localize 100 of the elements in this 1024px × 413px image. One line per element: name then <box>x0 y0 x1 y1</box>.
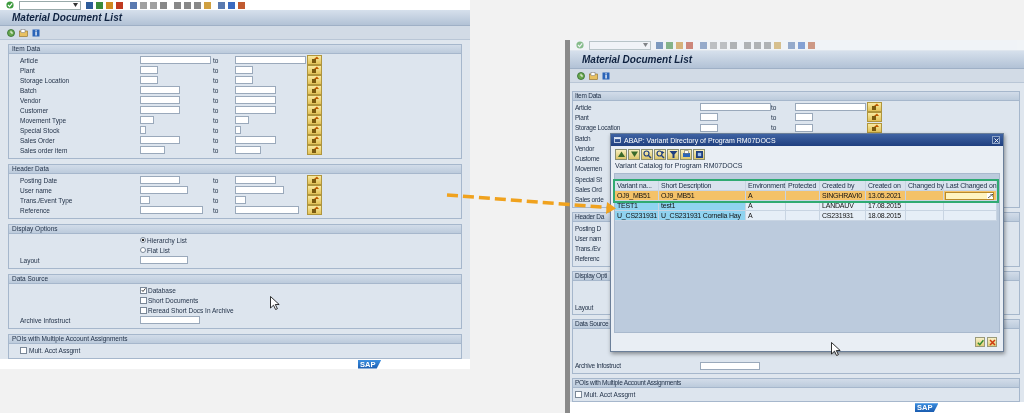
checkbox[interactable] <box>575 390 582 398</box>
input-field[interactable] <box>235 66 253 74</box>
info-button[interactable] <box>31 27 41 38</box>
multiple-selection-button[interactable] <box>307 55 322 65</box>
input-field[interactable] <box>140 146 165 154</box>
multiple-selection-button[interactable] <box>307 125 322 135</box>
input-field[interactable] <box>235 116 249 124</box>
toolbar-button[interactable] <box>680 149 692 160</box>
arrow-icon <box>310 116 319 124</box>
input-field[interactable] <box>140 106 180 114</box>
command-field[interactable] <box>19 0 81 10</box>
close-button[interactable] <box>992 136 1000 144</box>
toolbar-button[interactable] <box>615 149 627 160</box>
multiple-selection-button[interactable] <box>867 112 882 123</box>
checkbox[interactable] <box>140 286 147 294</box>
input-field[interactable] <box>140 316 200 324</box>
arrow-icon <box>310 146 319 154</box>
variant-button[interactable] <box>588 70 599 81</box>
multiple-selection-button[interactable] <box>307 145 322 155</box>
folder-icon <box>19 28 28 37</box>
toolbar-button[interactable] <box>693 149 705 160</box>
input-field[interactable] <box>235 206 299 214</box>
input-field[interactable] <box>140 136 180 144</box>
check-icon <box>141 287 146 293</box>
variant-button[interactable] <box>18 27 29 38</box>
input-field[interactable] <box>235 176 276 184</box>
input-field[interactable] <box>140 256 188 264</box>
check-icon <box>976 338 984 346</box>
input-field[interactable] <box>700 361 760 370</box>
arrow-icon <box>310 56 319 64</box>
input-field[interactable] <box>700 103 771 112</box>
multiple-selection-button[interactable] <box>307 85 322 95</box>
multiple-selection-button[interactable] <box>307 135 322 145</box>
input-field[interactable] <box>140 66 158 74</box>
input-field[interactable] <box>235 76 253 84</box>
input-field[interactable] <box>795 103 866 112</box>
arrow-icon <box>987 193 993 198</box>
input-field[interactable] <box>795 123 813 132</box>
multiple-selection-button[interactable] <box>867 122 882 133</box>
input-field[interactable] <box>140 186 188 194</box>
checkbox[interactable] <box>140 306 147 314</box>
info-icon <box>32 28 40 37</box>
multiple-selection-button[interactable] <box>307 195 322 205</box>
multiple-selection-button[interactable] <box>307 115 322 125</box>
multiple-selection-button[interactable] <box>307 175 322 185</box>
arrow-icon <box>310 96 319 104</box>
clock-icon <box>7 28 15 37</box>
input-field[interactable] <box>235 136 276 144</box>
toolbar-button[interactable] <box>654 149 666 160</box>
checkbox[interactable] <box>140 296 147 304</box>
input-field[interactable] <box>235 196 246 204</box>
input-field[interactable] <box>140 86 180 94</box>
sort-descending-icon <box>629 150 639 159</box>
arrow-icon <box>310 186 319 194</box>
arrow-icon <box>310 196 319 204</box>
toolbar-button[interactable] <box>667 149 679 160</box>
multiple-selection-button[interactable] <box>307 75 322 85</box>
arrow-icon <box>310 106 319 114</box>
input-field[interactable] <box>700 123 718 132</box>
multiple-selection-button[interactable] <box>867 102 882 113</box>
input-field[interactable] <box>235 106 276 114</box>
multiple-selection-button[interactable] <box>307 205 322 215</box>
ok-button[interactable] <box>975 337 985 347</box>
execute-button[interactable] <box>6 27 16 38</box>
input-field[interactable] <box>140 196 150 204</box>
radio-button[interactable] <box>140 247 146 253</box>
input-field[interactable] <box>235 126 241 134</box>
input-field[interactable] <box>140 96 180 104</box>
toolbar-button[interactable] <box>628 149 640 160</box>
multiple-selection-button[interactable] <box>307 185 322 195</box>
radio-button[interactable] <box>140 237 146 243</box>
search-icon <box>642 150 652 159</box>
input-field[interactable] <box>795 113 813 122</box>
input-field[interactable] <box>235 186 284 194</box>
multiple-selection-button[interactable] <box>307 95 322 105</box>
input-field[interactable] <box>140 206 203 214</box>
arrow-icon <box>870 103 879 112</box>
input-field[interactable] <box>945 192 994 200</box>
execute-button[interactable] <box>576 70 586 81</box>
arrow-icon <box>310 66 319 74</box>
multiple-selection-button[interactable] <box>307 65 322 75</box>
input-field[interactable] <box>235 56 306 64</box>
toolbar-button[interactable] <box>641 149 653 160</box>
input-field[interactable] <box>140 126 146 134</box>
info-icon <box>602 71 610 80</box>
command-field[interactable] <box>589 40 651 50</box>
input-field[interactable] <box>700 113 718 122</box>
value-help-button[interactable] <box>987 193 993 199</box>
multiple-selection-button[interactable] <box>307 105 322 115</box>
input-field[interactable] <box>140 176 180 184</box>
input-field[interactable] <box>140 56 211 64</box>
info-button[interactable] <box>601 70 611 81</box>
arrow-icon <box>310 176 319 184</box>
cancel-button[interactable] <box>987 337 997 347</box>
checkbox[interactable] <box>20 346 27 354</box>
input-field[interactable] <box>140 76 158 84</box>
input-field[interactable] <box>235 86 276 94</box>
input-field[interactable] <box>235 146 261 154</box>
input-field[interactable] <box>235 96 276 104</box>
input-field[interactable] <box>140 116 154 124</box>
